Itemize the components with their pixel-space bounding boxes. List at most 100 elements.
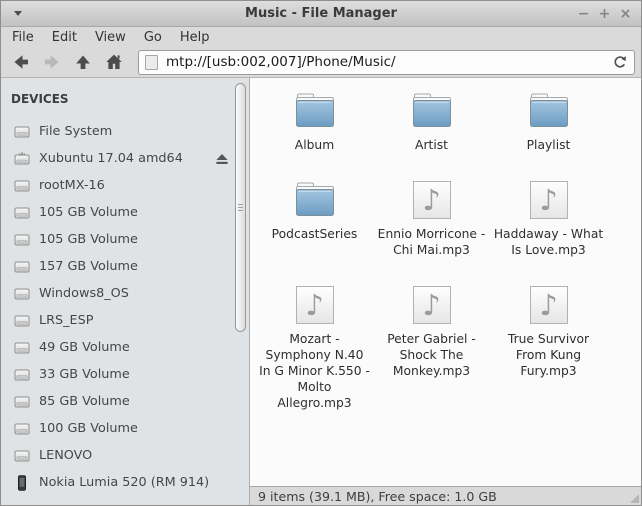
file-haddaway-what-is-love-mp3[interactable]: ♪ Haddaway - What Is Love.mp3 — [493, 177, 605, 258]
phone-icon — [14, 475, 30, 491]
window-controls: − + × — [573, 1, 636, 26]
device-list: File System Xubuntu 17.04 amd64 rootMX-16 1… — [1, 118, 249, 496]
device-label: Xubuntu 17.04 amd64 — [39, 151, 183, 166]
titlebar[interactable]: Music - File Manager − + × — [1, 1, 641, 27]
folder-artist[interactable]: Artist — [408, 88, 456, 153]
drive-icon — [14, 286, 30, 302]
drive-icon — [14, 232, 30, 248]
back-button[interactable] — [7, 50, 35, 75]
up-icon — [73, 52, 93, 72]
device-label: 105 GB Volume — [39, 232, 138, 247]
menu-file[interactable]: File — [3, 27, 43, 47]
sidebar-item-157-gb-volume[interactable]: 157 GB Volume — [1, 253, 249, 280]
drive-icon — [14, 340, 30, 356]
sidebar-item-105-gb-volume[interactable]: 105 GB Volume — [1, 199, 249, 226]
drive-icon — [14, 124, 30, 140]
sidebar-item-file-system[interactable]: File System — [1, 118, 249, 145]
device-label: 85 GB Volume — [39, 394, 130, 409]
close-button[interactable]: × — [615, 1, 636, 26]
sidebar-item-49-gb-volume[interactable]: 49 GB Volume — [1, 334, 249, 361]
file-icon-box: ♪ — [413, 177, 451, 223]
sidebar-item-85-gb-volume[interactable]: 85 GB Volume — [1, 388, 249, 415]
phone-icon — [14, 475, 30, 491]
file-icon-box: ♪ — [296, 282, 334, 328]
file-icon-box — [408, 88, 456, 134]
usb-drive-icon — [14, 151, 30, 167]
folder-playlist[interactable]: Playlist — [525, 88, 573, 153]
device-label: 105 GB Volume — [39, 205, 138, 220]
file-label: Peter Gabriel - Shock The Monkey.mp3 — [376, 331, 488, 379]
resize-grip-icon[interactable] — [630, 494, 639, 503]
folder-icon — [291, 91, 339, 131]
file-label: PodcastSeries — [272, 226, 358, 242]
menu-view[interactable]: View — [86, 27, 135, 47]
file-icon-box: ♪ — [530, 282, 568, 328]
file-icon-box: ♪ — [413, 282, 451, 328]
file-mozart-symphony-n-40-in-g-minor-k-550-molto-allegro-mp3[interactable]: ♪Mozart - Symphony N.40 In G Minor K.550… — [259, 282, 371, 411]
folder-podcastseries[interactable]: PodcastSeries — [272, 177, 358, 258]
music-note-icon: ♪ — [530, 181, 568, 219]
toolbar — [1, 47, 641, 78]
menu-edit[interactable]: Edit — [43, 27, 86, 47]
device-label: 100 GB Volume — [39, 421, 138, 436]
location-icon — [145, 55, 158, 70]
sidebar-item-windows8-os[interactable]: Windows8_OS — [1, 280, 249, 307]
home-icon — [104, 52, 124, 72]
sidebar-scrollbar[interactable] — [235, 83, 246, 332]
refresh-icon — [611, 53, 629, 71]
forward-button — [38, 50, 66, 75]
sidebar-item-xubuntu-17-04-amd64[interactable]: Xubuntu 17.04 amd64 — [1, 145, 249, 172]
file-label: Haddaway - What Is Love.mp3 — [493, 226, 605, 258]
device-label: rootMX-16 — [39, 178, 105, 193]
file-label: Mozart - Symphony N.40 In G Minor K.550 … — [259, 331, 371, 411]
menu-go[interactable]: Go — [135, 27, 171, 47]
drive-icon — [14, 367, 30, 383]
drive-icon — [14, 394, 30, 410]
file-ennio-morricone-chi-mai-mp3[interactable]: ♪Ennio Morricone - Chi Mai.mp3 — [376, 177, 488, 258]
file-manager-window: Music - File Manager − + × FileEditViewG… — [0, 0, 642, 506]
main-panel: Album Artist Playlist PodcastSeries ♪Ennio M… — [250, 78, 641, 505]
minimize-button[interactable]: − — [573, 1, 594, 26]
menubar: FileEditViewGoHelp — [1, 27, 641, 47]
sidebar-item-lrs-esp[interactable]: LRS_ESP — [1, 307, 249, 334]
drive-icon — [14, 421, 30, 437]
usb-drive-icon — [14, 151, 30, 167]
maximize-button[interactable]: + — [594, 1, 615, 26]
drive-icon — [14, 340, 30, 356]
devices-header: DEVICES — [1, 78, 249, 118]
path-input[interactable] — [166, 54, 609, 70]
drive-icon — [14, 367, 30, 383]
device-label: 157 GB Volume — [39, 259, 138, 274]
file-true-survivor-from-kung-fury-mp3[interactable]: ♪ True Survivor From Kung Fury.mp3 — [493, 282, 605, 411]
folder-icon — [525, 91, 573, 131]
file-label: True Survivor From Kung Fury.mp3 — [493, 331, 605, 379]
status-text: 9 items (39.1 MB), Free space: 1.0 GB — [258, 489, 497, 504]
drive-icon — [14, 232, 30, 248]
up-button[interactable] — [69, 50, 97, 75]
drive-icon — [14, 178, 30, 194]
sidebar-item-33-gb-volume[interactable]: 33 GB Volume — [1, 361, 249, 388]
eject-icon — [215, 153, 229, 165]
reload-button[interactable] — [609, 51, 631, 73]
folder-album[interactable]: Album — [291, 88, 339, 153]
path-bar[interactable] — [138, 50, 635, 75]
sidebar-item-lenovo[interactable]: LENOVO — [1, 442, 249, 469]
nav-buttons — [7, 50, 131, 75]
drive-icon — [14, 394, 30, 410]
window-title: Music - File Manager — [1, 1, 641, 26]
music-note-icon: ♪ — [530, 286, 568, 324]
folder-icon — [291, 180, 339, 220]
sidebar-item-100-gb-volume[interactable]: 100 GB Volume — [1, 415, 249, 442]
menu-help[interactable]: Help — [171, 27, 219, 47]
sidebar-item-nokia-lumia-520-rm-914[interactable]: Nokia Lumia 520 (RM 914) — [1, 469, 249, 496]
back-icon — [11, 52, 31, 72]
eject-button[interactable] — [215, 153, 229, 165]
home-button[interactable] — [100, 50, 128, 75]
file-label: Playlist — [527, 137, 571, 153]
device-label: LRS_ESP — [39, 313, 93, 328]
file-peter-gabriel-shock-the-monkey-mp3[interactable]: ♪Peter Gabriel - Shock The Monkey.mp3 — [376, 282, 488, 411]
drive-icon — [14, 313, 30, 329]
drive-icon — [14, 124, 30, 140]
sidebar-item-105-gb-volume[interactable]: 105 GB Volume — [1, 226, 249, 253]
sidebar-item-rootmx-16[interactable]: rootMX-16 — [1, 172, 249, 199]
